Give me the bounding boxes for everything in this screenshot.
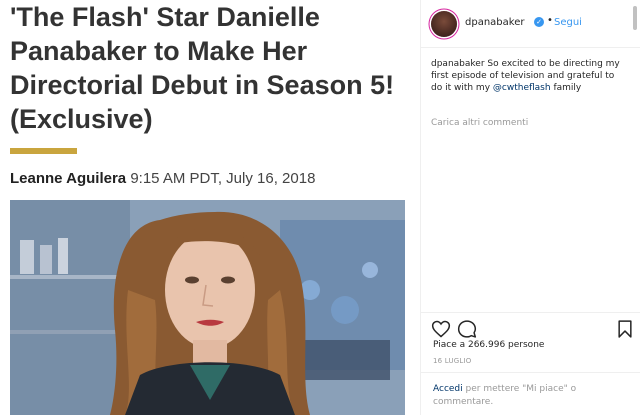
photo-illustration (10, 200, 405, 415)
instagram-panel: dpanabaker ✓ • Segui dpanabaker So excit… (420, 0, 640, 415)
load-more-comments-link[interactable]: Carica altri commenti (431, 118, 528, 128)
article-image: 'The Flash' Star Danielle Panabaker to M… (0, 0, 420, 415)
verified-badge-icon: ✓ (534, 17, 544, 27)
heart-icon[interactable] (431, 319, 451, 339)
article-author: Leanne Aguilera (10, 170, 127, 187)
headline-line: 'The Flash' Star Danielle (10, 2, 320, 32)
header-separator: • (547, 15, 553, 26)
headline-line: Panabaker to Make Her (10, 36, 308, 66)
post-caption: dpanabaker So excited to be directing my… (431, 58, 626, 94)
article-photo (10, 200, 405, 415)
action-bar (421, 312, 640, 342)
article-headline: 'The Flash' Star Danielle Panabaker to M… (10, 0, 420, 136)
scrollbar-thumb[interactable] (632, 6, 638, 30)
caption-username[interactable]: dpanabaker (431, 59, 485, 69)
article-datetime: 9:15 AM PDT, July 16, 2018 (130, 170, 316, 187)
likes-count[interactable]: Piace a 266.996 persone (433, 340, 544, 350)
post-date: 16 LUGLIO (433, 357, 472, 365)
caption-text-end: family (553, 83, 582, 93)
article-byline: Leanne Aguilera 9:15 AM PDT, July 16, 20… (10, 170, 315, 187)
login-link[interactable]: Accedi (433, 384, 463, 394)
post-header: dpanabaker ✓ • Segui (421, 0, 640, 48)
headline-line: Directorial Debut in Season 5! (10, 70, 395, 100)
accent-divider (10, 148, 77, 154)
comment-icon[interactable] (457, 319, 477, 339)
caption-mention-link[interactable]: @cwtheflash (493, 83, 551, 93)
headline-line: (Exclusive) (10, 104, 153, 134)
follow-button[interactable]: Segui (554, 17, 582, 28)
username-link[interactable]: dpanabaker (465, 17, 524, 28)
bookmark-icon[interactable] (615, 319, 635, 339)
login-prompt: Accedi per mettere "Mi piace" o commenta… (421, 372, 640, 409)
avatar[interactable] (431, 11, 457, 37)
